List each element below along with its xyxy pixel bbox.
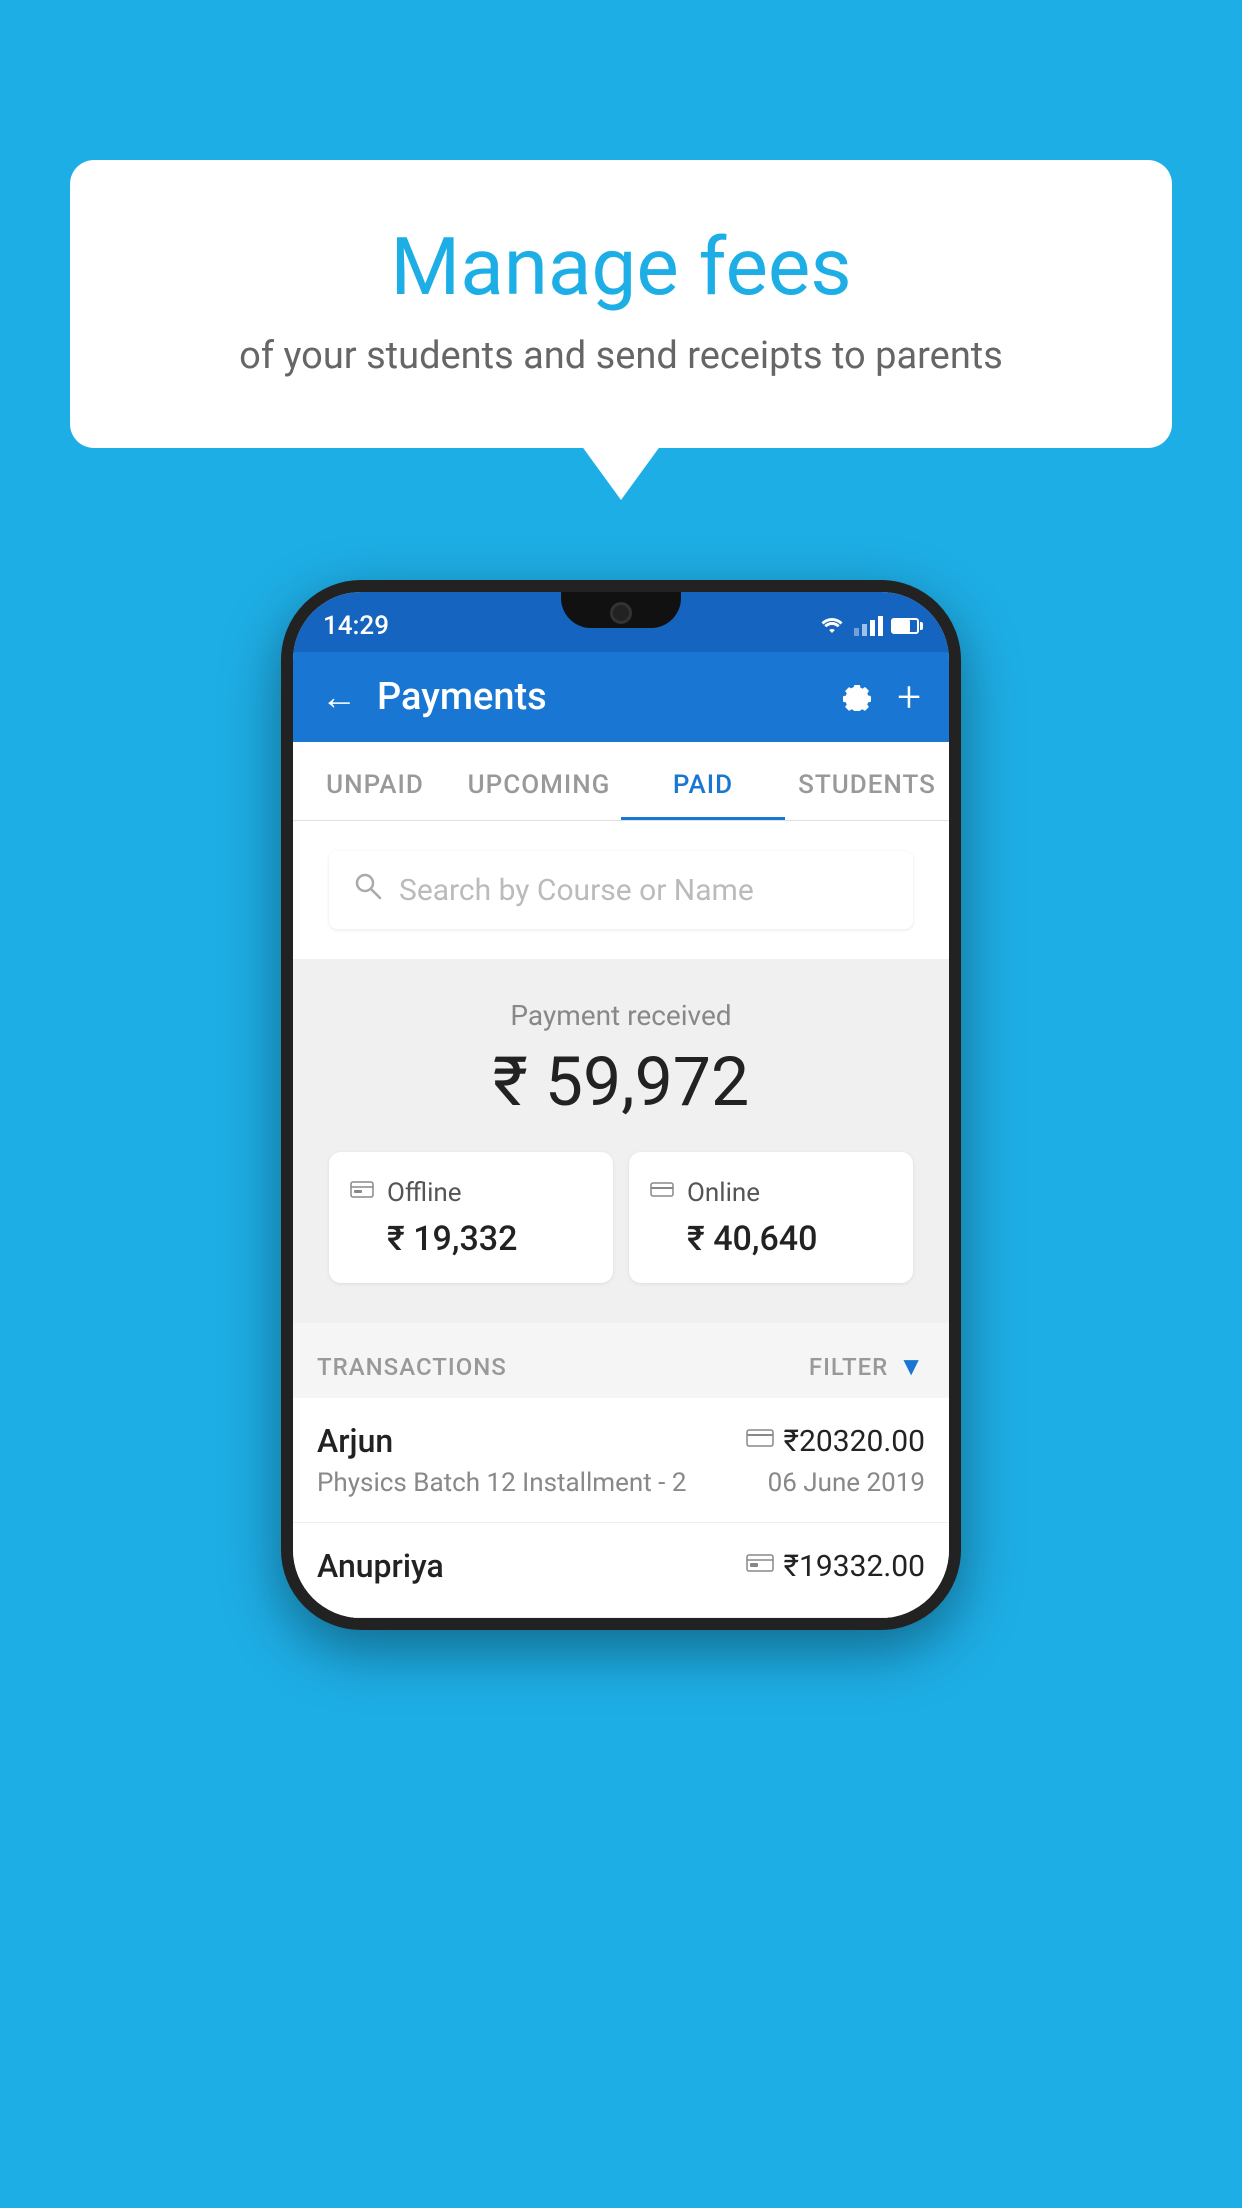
side-button-power xyxy=(957,832,961,962)
payment-received-section: Payment received ₹ 59,972 Offline xyxy=(293,959,949,1323)
bubble-title: Manage fees xyxy=(140,220,1102,314)
filter-icon: ▼ xyxy=(898,1351,925,1382)
filter-label: FILTER xyxy=(809,1353,888,1381)
settings-icon[interactable] xyxy=(837,675,873,720)
battery-icon xyxy=(891,618,919,634)
tab-students[interactable]: STUDENTS xyxy=(785,742,949,820)
payment-cards: Offline ₹ 19,332 Online xyxy=(313,1152,929,1283)
online-payment-icon xyxy=(746,1426,774,1456)
transaction-amount-wrap: ₹19332.00 xyxy=(746,1549,925,1584)
header-actions: + xyxy=(837,673,921,722)
offline-icon xyxy=(349,1176,375,1209)
tab-unpaid[interactable]: UNPAID xyxy=(293,742,457,820)
speech-bubble: Manage fees of your students and send re… xyxy=(70,160,1172,448)
online-payment-card: Online ₹ 40,640 xyxy=(629,1152,913,1283)
tab-upcoming[interactable]: UPCOMING xyxy=(457,742,621,820)
payment-total-amount: ₹ 59,972 xyxy=(313,1042,929,1122)
tabs: UNPAID UPCOMING PAID STUDENTS xyxy=(293,742,949,821)
transaction-amount-wrap: ₹20320.00 xyxy=(746,1424,925,1459)
search-icon xyxy=(353,871,383,909)
offline-payment-card: Offline ₹ 19,332 xyxy=(329,1152,613,1283)
transaction-course: Physics Batch 12 Installment - 2 xyxy=(317,1468,686,1498)
transaction-name: Arjun xyxy=(317,1422,393,1460)
status-time: 14:29 xyxy=(323,611,389,641)
transactions-header: TRANSACTIONS FILTER ▼ xyxy=(293,1327,949,1398)
battery-fill xyxy=(893,620,910,632)
phone-screen: 14:29 xyxy=(293,592,949,1618)
search-placeholder: Search by Course or Name xyxy=(399,873,754,908)
offline-amount: ₹ 19,332 xyxy=(387,1219,593,1259)
back-button[interactable]: ← xyxy=(321,676,357,718)
filter-button[interactable]: FILTER ▼ xyxy=(809,1351,925,1382)
bubble-subtitle: of your students and send receipts to pa… xyxy=(140,334,1102,378)
payment-label: Payment received xyxy=(313,999,929,1032)
status-icons xyxy=(818,615,919,637)
transaction-item-anupriya[interactable]: Anupriya ₹19332.00 xyxy=(293,1523,949,1618)
transaction-item-arjun[interactable]: Arjun ₹20320.00 Physics Batch 12 Install… xyxy=(293,1398,949,1523)
offline-payment-icon xyxy=(746,1551,774,1581)
tab-paid[interactable]: PAID xyxy=(621,742,785,820)
transaction-amount: ₹20320.00 xyxy=(784,1424,925,1459)
transaction-amount: ₹19332.00 xyxy=(784,1549,925,1584)
online-amount: ₹ 40,640 xyxy=(687,1219,893,1259)
wifi-icon xyxy=(818,615,846,637)
side-button-vol-up xyxy=(281,792,285,852)
transaction-name: Anupriya xyxy=(317,1547,444,1585)
add-icon[interactable]: + xyxy=(897,673,921,722)
offline-label: Offline xyxy=(387,1178,462,1208)
phone-notch xyxy=(561,592,681,628)
search-bar[interactable]: Search by Course or Name xyxy=(329,851,913,929)
signal-icon xyxy=(854,616,883,636)
side-button-vol-down xyxy=(281,882,285,982)
header-title: Payments xyxy=(377,675,817,719)
online-label: Online xyxy=(687,1178,760,1208)
phone-frame: 14:29 xyxy=(281,580,961,1630)
front-camera xyxy=(610,602,632,624)
transactions-label: TRANSACTIONS xyxy=(317,1353,507,1381)
transaction-date: 06 June 2019 xyxy=(768,1468,925,1498)
app-header: ← Payments + xyxy=(293,652,949,742)
online-icon xyxy=(649,1176,675,1209)
